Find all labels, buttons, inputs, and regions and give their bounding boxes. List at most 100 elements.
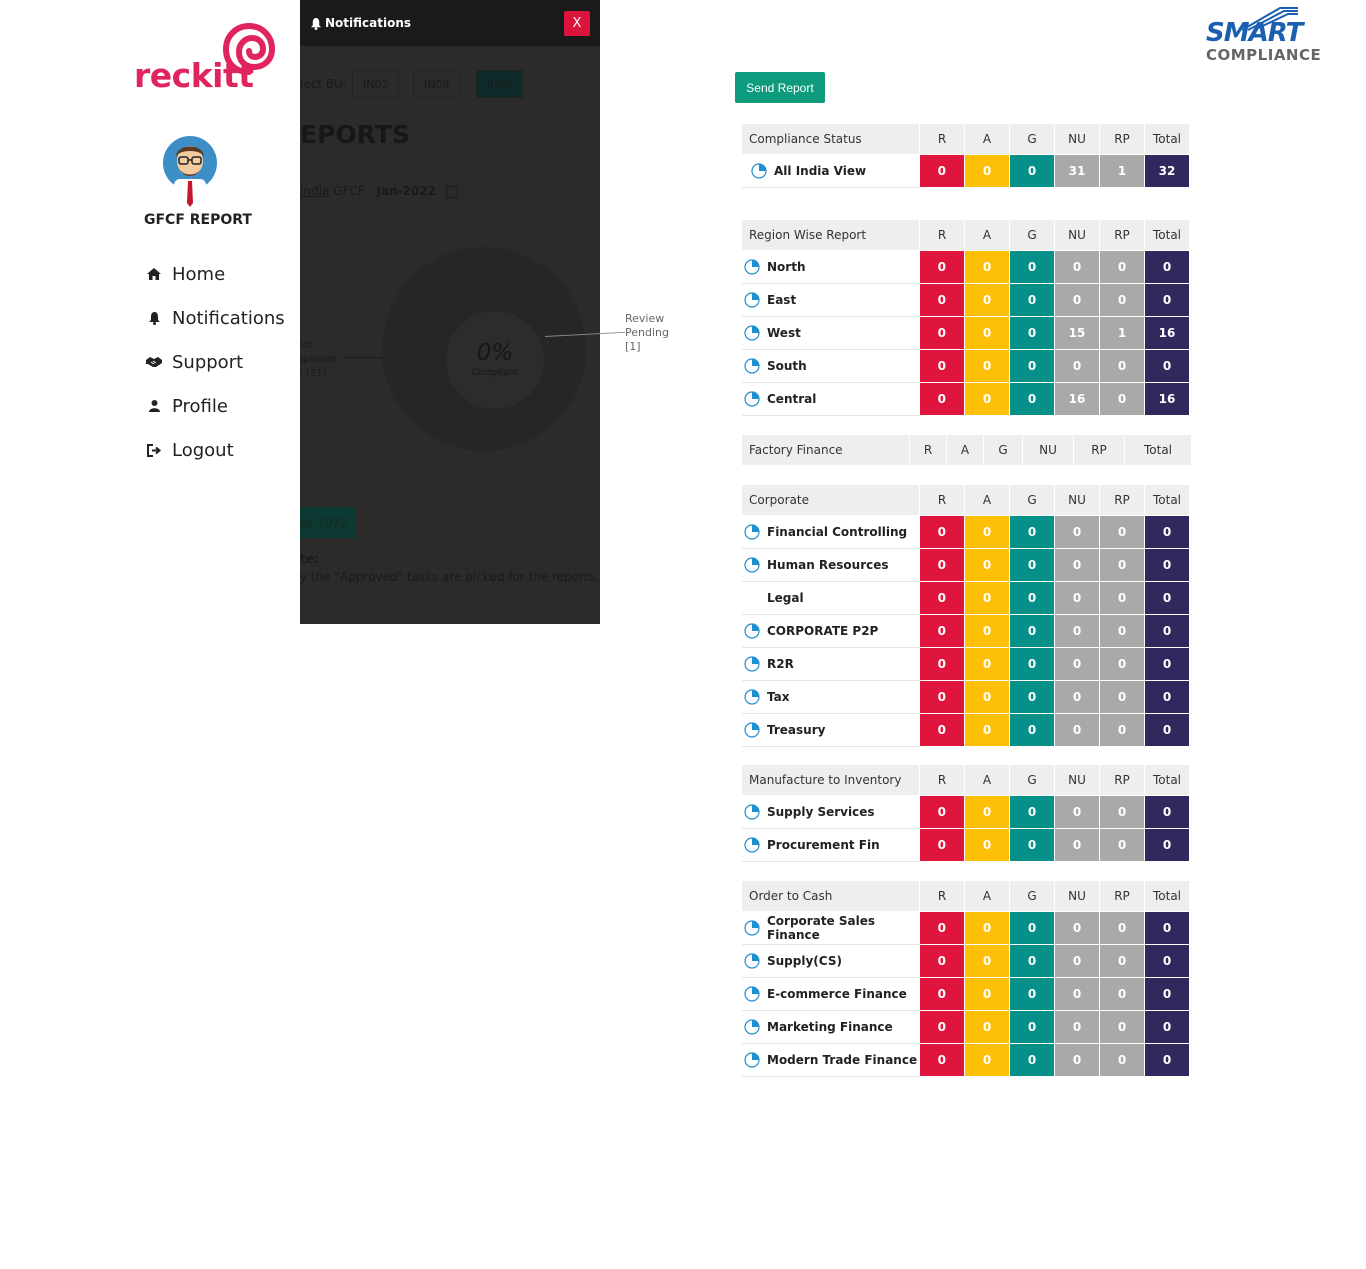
status-count-rp[interactable]: 0 <box>1099 548 1145 582</box>
status-count-total[interactable]: 0 <box>1144 944 1190 978</box>
row-label-cell[interactable]: Supply Services <box>742 795 920 829</box>
row-label-cell[interactable]: Central <box>742 382 920 416</box>
status-count-g[interactable]: 0 <box>1009 911 1055 945</box>
row-label-cell[interactable]: Human Resources <box>742 548 920 582</box>
status-count-total[interactable]: 0 <box>1144 828 1190 862</box>
status-count-a[interactable]: 0 <box>964 382 1010 416</box>
status-count-a[interactable]: 0 <box>964 614 1010 648</box>
status-count-a[interactable]: 0 <box>964 911 1010 945</box>
pie-chart-icon[interactable] <box>742 358 767 374</box>
row-label-cell[interactable]: CORPORATE P2P <box>742 614 920 648</box>
status-count-total[interactable]: 16 <box>1144 316 1190 350</box>
status-count-r[interactable]: 0 <box>919 647 965 681</box>
status-count-nu[interactable]: 0 <box>1054 977 1100 1011</box>
status-count-rp[interactable]: 0 <box>1099 349 1145 383</box>
status-count-nu[interactable]: 0 <box>1054 349 1100 383</box>
table-row[interactable]: Financial Controlling 0 0 0 0 0 0 <box>742 515 1190 549</box>
status-count-rp[interactable]: 0 <box>1099 795 1145 829</box>
table-row[interactable]: CORPORATE P2P 0 0 0 0 0 0 <box>742 614 1190 648</box>
pie-chart-icon[interactable] <box>749 163 774 179</box>
table-row[interactable]: Supply Services 0 0 0 0 0 0 <box>742 795 1190 829</box>
status-count-nu[interactable]: 0 <box>1054 795 1100 829</box>
status-count-g[interactable]: 0 <box>1009 828 1055 862</box>
status-count-g[interactable]: 0 <box>1009 382 1055 416</box>
status-count-rp[interactable]: 0 <box>1099 250 1145 284</box>
pie-chart-icon[interactable] <box>742 292 767 308</box>
table-row[interactable]: South 0 0 0 0 0 0 <box>742 349 1190 383</box>
status-count-a[interactable]: 0 <box>964 283 1010 317</box>
status-count-r[interactable]: 0 <box>919 680 965 714</box>
status-count-total[interactable]: 0 <box>1144 713 1190 747</box>
status-count-a[interactable]: 0 <box>964 250 1010 284</box>
status-count-r[interactable]: 0 <box>919 154 965 188</box>
table-row[interactable]: Tax 0 0 0 0 0 0 <box>742 680 1190 714</box>
pie-chart-icon[interactable] <box>742 722 767 738</box>
status-count-r[interactable]: 0 <box>919 614 965 648</box>
status-count-a[interactable]: 0 <box>964 795 1010 829</box>
status-count-g[interactable]: 0 <box>1009 349 1055 383</box>
status-count-nu[interactable]: 0 <box>1054 515 1100 549</box>
pie-chart-icon[interactable] <box>742 557 767 573</box>
send-report-button[interactable]: Send Report <box>735 72 825 103</box>
status-count-total[interactable]: 0 <box>1144 647 1190 681</box>
status-count-g[interactable]: 0 <box>1009 250 1055 284</box>
bu-option-in09[interactable]: IN09 <box>413 70 461 98</box>
status-count-rp[interactable]: 0 <box>1099 1010 1145 1044</box>
status-count-total[interactable]: 0 <box>1144 349 1190 383</box>
table-row[interactable]: Corporate Sales Finance 0 0 0 0 0 0 <box>742 911 1190 945</box>
row-label-cell[interactable]: West <box>742 316 920 350</box>
status-count-rp[interactable]: 0 <box>1099 828 1145 862</box>
pie-chart-icon[interactable] <box>742 837 767 853</box>
status-count-g[interactable]: 0 <box>1009 316 1055 350</box>
status-count-r[interactable]: 0 <box>919 977 965 1011</box>
status-count-g[interactable]: 0 <box>1009 614 1055 648</box>
table-row[interactable]: Legal 0 0 0 0 0 0 <box>742 581 1190 615</box>
nav-profile[interactable]: Profile <box>144 384 285 428</box>
status-count-g[interactable]: 0 <box>1009 283 1055 317</box>
pie-chart-icon[interactable] <box>742 953 767 969</box>
status-count-total[interactable]: 16 <box>1144 382 1190 416</box>
status-count-rp[interactable]: 0 <box>1099 515 1145 549</box>
close-button[interactable]: X <box>564 11 590 36</box>
status-count-g[interactable]: 0 <box>1009 647 1055 681</box>
table-row[interactable]: Central 0 0 0 16 0 16 <box>742 382 1190 416</box>
table-row[interactable]: West 0 0 0 15 1 16 <box>742 316 1190 350</box>
bu-option-in02[interactable]: IN02 <box>352 70 400 98</box>
status-count-rp[interactable]: 0 <box>1099 283 1145 317</box>
status-count-r[interactable]: 0 <box>919 548 965 582</box>
status-count-g[interactable]: 0 <box>1009 713 1055 747</box>
status-count-nu[interactable]: 0 <box>1054 680 1100 714</box>
status-count-g[interactable]: 0 <box>1009 680 1055 714</box>
table-row[interactable]: Supply(CS) 0 0 0 0 0 0 <box>742 944 1190 978</box>
row-label-cell[interactable]: Financial Controlling <box>742 515 920 549</box>
pie-chart-icon[interactable] <box>742 325 767 341</box>
row-label-cell[interactable]: East <box>742 283 920 317</box>
status-count-r[interactable]: 0 <box>919 515 965 549</box>
status-count-rp[interactable]: 0 <box>1099 581 1145 615</box>
status-count-total[interactable]: 0 <box>1144 1010 1190 1044</box>
status-count-rp[interactable]: 0 <box>1099 713 1145 747</box>
status-count-r[interactable]: 0 <box>919 828 965 862</box>
table-row[interactable]: East 0 0 0 0 0 0 <box>742 283 1190 317</box>
row-label-cell[interactable]: Treasury <box>742 713 920 747</box>
status-count-nu[interactable]: 16 <box>1054 382 1100 416</box>
pie-chart-icon[interactable] <box>742 689 767 705</box>
pie-chart-icon[interactable] <box>742 656 767 672</box>
status-count-rp[interactable]: 1 <box>1099 154 1145 188</box>
status-count-nu[interactable]: 0 <box>1054 911 1100 945</box>
status-count-r[interactable]: 0 <box>919 283 965 317</box>
status-count-rp[interactable]: 0 <box>1099 614 1145 648</box>
row-label-cell[interactable]: All India View <box>742 154 920 188</box>
row-label-cell[interactable]: Procurement Fin <box>742 828 920 862</box>
status-count-a[interactable]: 0 <box>964 647 1010 681</box>
status-count-g[interactable]: 0 <box>1009 977 1055 1011</box>
nav-home[interactable]: Home <box>144 252 285 296</box>
status-count-r[interactable]: 0 <box>919 713 965 747</box>
row-label-cell[interactable]: R2R <box>742 647 920 681</box>
status-count-nu[interactable]: 0 <box>1054 1010 1100 1044</box>
status-count-nu[interactable]: 0 <box>1054 828 1100 862</box>
status-count-r[interactable]: 0 <box>919 795 965 829</box>
status-count-nu[interactable]: 0 <box>1054 548 1100 582</box>
table-row[interactable]: Treasury 0 0 0 0 0 0 <box>742 713 1190 747</box>
table-row[interactable]: North 0 0 0 0 0 0 <box>742 250 1190 284</box>
